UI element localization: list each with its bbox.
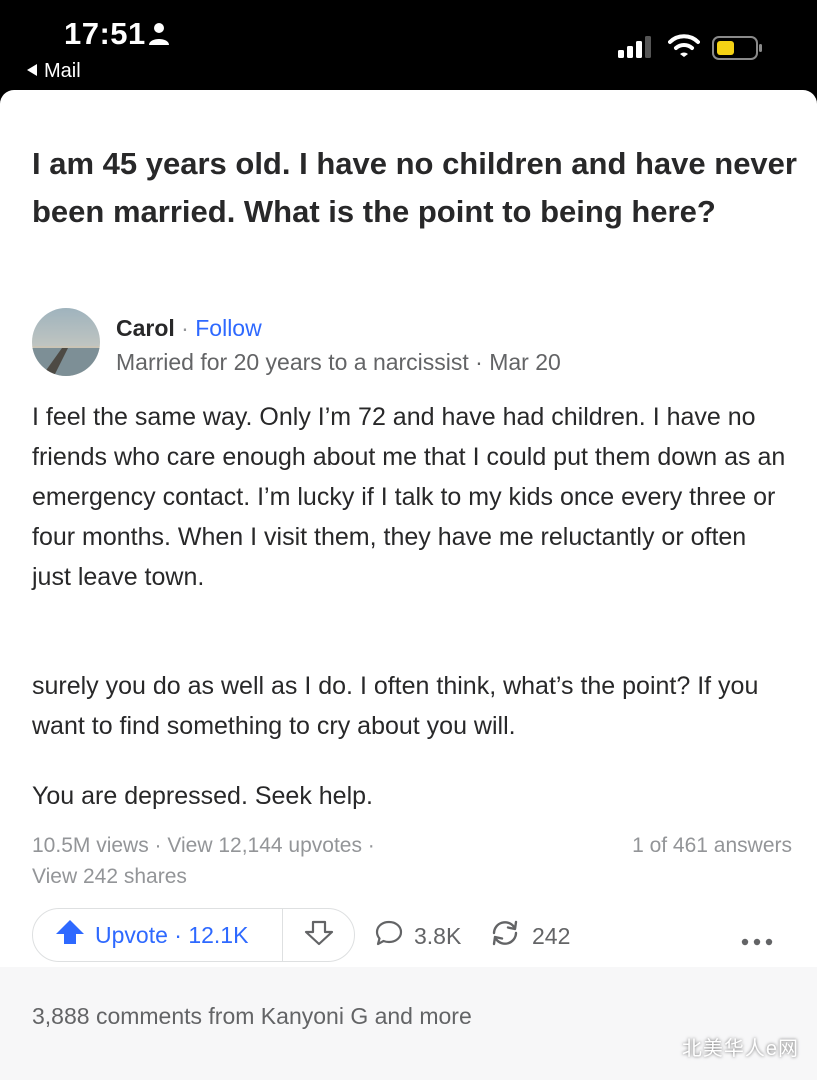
share-button[interactable]: 242: [488, 919, 570, 953]
author-line: Carol · Follow: [116, 315, 262, 342]
wifi-icon: [668, 34, 700, 63]
shares-stat[interactable]: View 242 shares: [32, 861, 792, 892]
status-time: 17:51: [64, 16, 146, 51]
more-options-button[interactable]: [740, 926, 774, 953]
back-label: Mail: [44, 60, 81, 82]
answer-position: 1 of 461 answers: [632, 834, 792, 857]
follow-button[interactable]: Follow: [195, 315, 261, 341]
downvote-arrow-icon: [304, 920, 334, 951]
signal-icon: [618, 36, 654, 63]
vote-control: Upvote · 12.1K: [32, 908, 355, 962]
answer-stats: 10.5M views · View 12,144 upvotes · View…: [32, 830, 792, 892]
battery-icon: [712, 36, 764, 67]
answer-paragraph: You are depressed. Seek help.: [32, 782, 373, 810]
comments-count: 3.8K: [414, 922, 462, 949]
answer-paragraph: surely you do as well as I do. I often t…: [32, 672, 759, 740]
upvote-button[interactable]: Upvote · 12.1K: [33, 909, 283, 961]
comments-summary[interactable]: 3,888 comments from Kanyoni G and more: [32, 1003, 472, 1030]
comments-bar[interactable]: 3,888 comments from Kanyoni G and more: [0, 967, 817, 1080]
question-title[interactable]: I am 45 years old. I have no children an…: [32, 140, 802, 236]
author-name[interactable]: Carol: [116, 315, 175, 341]
upvote-label: Upvote · 12.1K: [95, 921, 249, 948]
back-arrow-icon: [26, 60, 38, 83]
back-to-mail-link[interactable]: Mail: [26, 60, 81, 83]
shares-count: 242: [532, 922, 571, 949]
watermark: 北美华人e网: [681, 1038, 799, 1060]
share-loop-icon: [488, 919, 522, 953]
author-credential: Married for 20 years to a narcissist · M…: [116, 349, 561, 375]
more-dots-icon: [740, 926, 774, 953]
author-avatar[interactable]: [32, 308, 100, 376]
name-separator: ·: [174, 315, 196, 341]
upvote-arrow-icon: [55, 919, 85, 951]
answer-card: I am 45 years old. I have no children an…: [0, 90, 817, 1080]
answer-paragraph: I feel the same way. Only I’m 72 and hav…: [32, 403, 786, 591]
downvote-button[interactable]: [283, 909, 354, 961]
status-bar: 17:51 Mail: [0, 0, 817, 92]
comments-button[interactable]: 3.8K: [374, 919, 461, 953]
person-icon: [148, 22, 170, 51]
comment-bubble-icon: [374, 919, 404, 953]
